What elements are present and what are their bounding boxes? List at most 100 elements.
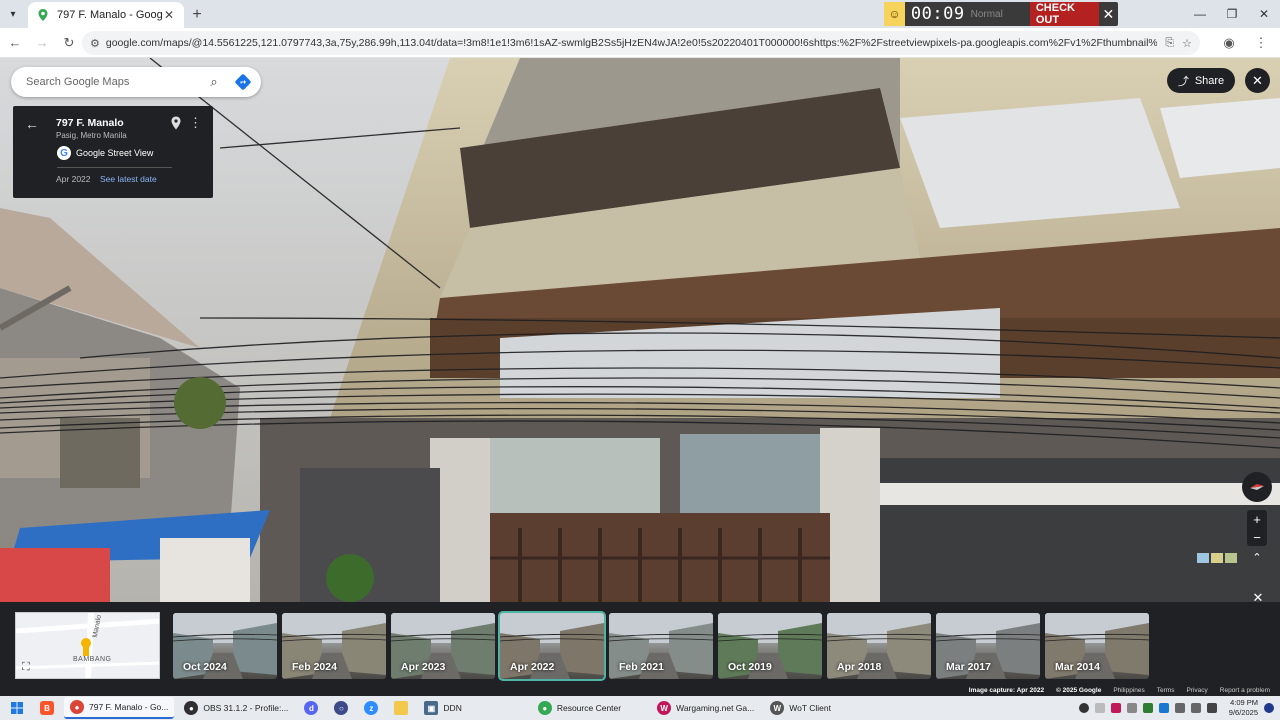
- region-link[interactable]: Philippines: [1113, 687, 1144, 694]
- tab-search-icon[interactable]: ▾: [0, 0, 26, 28]
- more-options-icon[interactable]: ⋮: [189, 115, 202, 131]
- reload-icon[interactable]: ↻: [57, 31, 81, 55]
- tray-wargaming-icon[interactable]: [1110, 703, 1121, 713]
- report-problem-link[interactable]: Report a problem: [1220, 687, 1270, 694]
- check-out-button[interactable]: CHECK OUT: [1029, 2, 1099, 26]
- site-info-icon[interactable]: ⚙: [90, 37, 100, 50]
- timeline-thumb[interactable]: Apr 2022: [498, 611, 606, 681]
- google-logo-icon: G: [57, 146, 71, 160]
- minimap-area-label: BAMBANG: [73, 656, 112, 663]
- bookmark-star-icon[interactable]: ☆: [1182, 37, 1192, 50]
- timeline-thumb[interactable]: Mar 2017: [936, 613, 1040, 679]
- screen: ▾ 797 F. Manalo - Google Maps ✕ + — ❐ ✕ …: [0, 0, 1280, 720]
- taskbar-item-label: DDN: [443, 703, 462, 713]
- tray-pen-icon[interactable]: [1126, 703, 1137, 713]
- tray-nvidia-icon[interactable]: [1142, 703, 1153, 713]
- timeline-thumb[interactable]: Feb 2024: [282, 613, 386, 679]
- wot-client-icon: W: [770, 701, 785, 715]
- close-timer-icon[interactable]: ✕: [1099, 6, 1118, 23]
- layer-thumbnails[interactable]: [1197, 553, 1237, 565]
- search-input[interactable]: [26, 76, 196, 88]
- timer-mode: Normal: [970, 8, 1003, 20]
- taskbar-item-chrome[interactable]: ● 797 F. Manalo - Go...: [64, 697, 175, 719]
- terms-link[interactable]: Terms: [1157, 687, 1175, 694]
- close-tab-icon[interactable]: ✕: [162, 8, 176, 22]
- forward-icon[interactable]: →: [30, 31, 54, 55]
- compass-needle-icon: [1250, 484, 1264, 490]
- place-address: Pasig, Metro Manila: [56, 131, 127, 140]
- browser-tab[interactable]: 797 F. Manalo - Google Maps ✕: [28, 2, 184, 28]
- restore-icon[interactable]: ❐: [1216, 0, 1248, 28]
- image-capture-text: Image capture: Apr 2022: [968, 686, 1045, 694]
- system-tray: 4:09 PM 9/6/2025: [1078, 696, 1274, 720]
- address-bar: ← → ↻ ⚙ google.com/maps/@14.5561225,121.…: [0, 28, 1280, 58]
- app-logo-icon: ○: [334, 701, 349, 715]
- window-controls: — ❐ ✕: [1184, 0, 1280, 28]
- taskbar-item-wot-client[interactable]: W WoT Client: [764, 697, 837, 719]
- search-box: ⌕: [11, 67, 261, 97]
- app-circle-icon[interactable]: ○: [328, 697, 354, 719]
- omnibox[interactable]: ⚙ google.com/maps/@14.5561225,121.079774…: [82, 31, 1200, 55]
- taskbar-item-obs[interactable]: ● OBS 31.1.2 - Profile:...: [178, 697, 294, 719]
- tray-battery-icon[interactable]: [1206, 703, 1217, 713]
- tab-title: 797 F. Manalo - Google Maps: [57, 9, 162, 21]
- compass-icon[interactable]: [1242, 472, 1272, 502]
- directions-icon[interactable]: [234, 73, 252, 91]
- tray-bluetooth-icon[interactable]: [1158, 703, 1169, 713]
- url-text[interactable]: google.com/maps/@14.5561225,121.0797743,…: [106, 37, 1157, 49]
- windows-start-icon[interactable]: [0, 696, 34, 720]
- zoom-logo-icon: z: [364, 701, 379, 715]
- location-pin-icon[interactable]: [170, 116, 182, 130]
- minimize-icon[interactable]: —: [1184, 0, 1216, 28]
- notification-bell-icon[interactable]: [1264, 703, 1274, 713]
- back-icon[interactable]: ←: [3, 31, 27, 55]
- timeline-thumb[interactable]: Apr 2023: [391, 613, 495, 679]
- tray-wifi-icon[interactable]: [1174, 703, 1185, 713]
- tray-mic-icon[interactable]: [1094, 703, 1105, 713]
- timeline-thumb[interactable]: Oct 2024: [173, 613, 277, 679]
- file-explorer-icon[interactable]: [388, 697, 414, 719]
- taskbar-item-label: 797 F. Manalo - Go...: [89, 702, 169, 712]
- privacy-link[interactable]: Privacy: [1186, 687, 1207, 694]
- see-latest-date-link[interactable]: See latest date: [100, 174, 157, 184]
- zoom-app-icon[interactable]: z: [358, 697, 384, 719]
- thumb-date-label: Mar 2017: [946, 661, 991, 673]
- install-app-icon[interactable]: ⎘: [1165, 37, 1174, 50]
- back-arrow-icon[interactable]: ←: [25, 116, 39, 132]
- zoom-out-icon[interactable]: −: [1253, 530, 1261, 545]
- expand-up-icon[interactable]: ⌃: [1247, 551, 1267, 567]
- chrome-icon: ●: [70, 700, 84, 714]
- timeline-thumb[interactable]: Apr 2018: [827, 613, 931, 679]
- time-travel-strip: ✕ Manalo BAMBANG ⛶ Oct 2024 Feb 2024 Apr 2…: [0, 590, 1280, 684]
- close-street-view-icon[interactable]: ✕: [1245, 68, 1270, 93]
- system-clock[interactable]: 4:09 PM 9/6/2025: [1229, 698, 1258, 718]
- fullscreen-icon[interactable]: ⛶: [22, 661, 30, 674]
- browser-menu-icon[interactable]: ⋮: [1250, 31, 1272, 55]
- taskbar-item-wargaming[interactable]: W Wargaming.net Ga...: [651, 697, 760, 719]
- search-icon[interactable]: ⌕: [202, 74, 226, 90]
- tray-app-icon[interactable]: [1078, 703, 1089, 713]
- zoom-in-icon[interactable]: +: [1253, 512, 1261, 527]
- timeline-thumb[interactable]: Feb 2021: [609, 613, 713, 679]
- timeline-thumb[interactable]: Oct 2019: [718, 613, 822, 679]
- new-tab-button[interactable]: +: [184, 2, 210, 28]
- resource-center-icon: ●: [537, 701, 552, 715]
- taskbar-item-resource-center[interactable]: ● Resource Center: [532, 697, 627, 719]
- discord-icon[interactable]: d: [298, 697, 324, 719]
- tray-volume-icon[interactable]: [1190, 703, 1201, 713]
- taskbar-item-ddn[interactable]: ▣ DDN: [418, 697, 467, 719]
- avatar-face-icon: ☺: [884, 2, 905, 26]
- share-button[interactable]: ⤴ Share: [1167, 68, 1235, 93]
- brave-browser-icon[interactable]: B: [34, 697, 60, 719]
- close-timeline-icon[interactable]: ✕: [1250, 590, 1266, 606]
- layer-thumb: [1211, 553, 1223, 563]
- minimap[interactable]: Manalo BAMBANG ⛶: [15, 612, 160, 679]
- close-window-icon[interactable]: ✕: [1248, 0, 1280, 28]
- profile-icon[interactable]: ◉: [1218, 31, 1240, 55]
- timer-time: 00:09: [910, 4, 965, 24]
- provider-label: Google Street View: [76, 148, 154, 158]
- layer-thumb: [1197, 553, 1209, 563]
- timeline-thumb[interactable]: Mar 2014: [1045, 613, 1149, 679]
- wargaming-icon: W: [657, 701, 672, 715]
- ddn-icon: ▣: [424, 701, 439, 715]
